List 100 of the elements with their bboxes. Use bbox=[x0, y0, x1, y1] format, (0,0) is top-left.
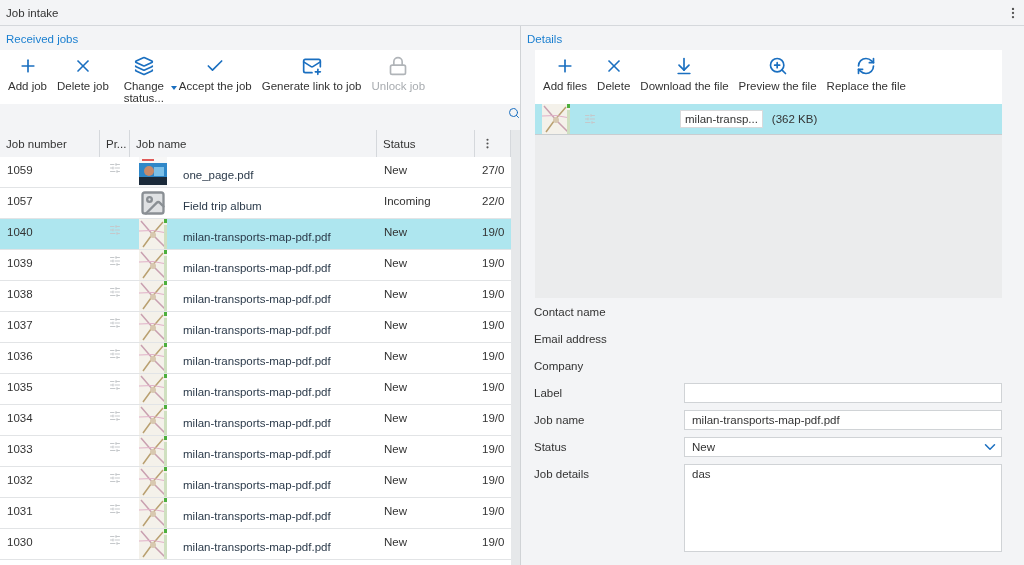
table-cell-text: milan-transports-map-pdf.pdf bbox=[183, 509, 331, 522]
toolbar-button[interactable]: Delete bbox=[593, 56, 635, 92]
table-cell: 1059 bbox=[7, 164, 33, 176]
field-label: Company bbox=[534, 359, 585, 374]
table-cell-text: milan-transports-map-pdf.pdf bbox=[183, 478, 331, 491]
table-row[interactable]: 1038 milan-transports-map-pdf.pdf New 19/0 bbox=[0, 281, 511, 312]
table-cell: New bbox=[384, 443, 407, 455]
table-cell-text: one_page.pdf bbox=[183, 168, 254, 181]
table-cell: New bbox=[384, 164, 407, 176]
table-cell: 1032 bbox=[7, 474, 33, 486]
table-cell: 1038 bbox=[7, 288, 33, 300]
table-row[interactable]: 1034 milan-transports-map-pdf.pdf New 19/0 bbox=[0, 405, 511, 436]
table-cell: 19/0 bbox=[482, 381, 505, 393]
table-cell: 19/0 bbox=[482, 505, 505, 517]
column-header[interactable]: Job number bbox=[6, 137, 67, 150]
section-title: Details bbox=[527, 32, 564, 47]
table-cell-text: milan-transports-map-pdf.pdf bbox=[183, 292, 331, 305]
table-cell: 19/0 bbox=[482, 474, 505, 486]
toolbar-button[interactable]: Download the file bbox=[636, 56, 733, 92]
toolbar-button[interactable]: Change status... bbox=[114, 56, 173, 104]
table-cell: Incoming bbox=[384, 195, 431, 207]
sliders-icon bbox=[584, 113, 596, 125]
toolbar-button[interactable]: Generate link to job bbox=[257, 56, 366, 92]
table-cell: 1039 bbox=[7, 257, 33, 269]
column-header[interactable]: Pr... bbox=[106, 137, 127, 150]
table-cell: 27/0 bbox=[482, 164, 505, 176]
table-cell: 19/0 bbox=[482, 412, 505, 424]
column-header[interactable]: Status bbox=[383, 137, 416, 150]
field-label: Contact name bbox=[534, 305, 607, 320]
table-cell: 22/0 bbox=[482, 195, 505, 207]
table-cell: New bbox=[384, 474, 407, 486]
table-cell: 19/0 bbox=[482, 226, 505, 238]
table-cell-text: milan-transports-map-pdf.pdf bbox=[183, 261, 331, 274]
table-cell: New bbox=[384, 381, 407, 393]
table-cell: New bbox=[384, 226, 407, 238]
text-area[interactable]: das bbox=[684, 464, 1002, 552]
toolbar-button[interactable]: Replace the file bbox=[822, 56, 910, 92]
table-cell-text: milan-transports-map-pdf.pdf bbox=[183, 447, 331, 460]
lock-icon bbox=[388, 56, 409, 76]
field-label: Email address bbox=[534, 332, 608, 347]
field-label: Job name bbox=[534, 413, 586, 428]
zoom-icon bbox=[767, 56, 788, 76]
section-title: Received jobs bbox=[5, 32, 80, 47]
refresh-icon bbox=[856, 56, 877, 76]
table-cell: New bbox=[384, 412, 407, 424]
toolbar-button[interactable]: Add files bbox=[539, 56, 592, 92]
file-size: (362 KB) bbox=[771, 113, 818, 125]
table-cell: 19/0 bbox=[482, 350, 505, 362]
input-field[interactable] bbox=[684, 383, 1002, 403]
table-cell: New bbox=[384, 505, 407, 517]
table-row[interactable]: 1059 one_page.pdf New 27/0 bbox=[0, 157, 511, 188]
table-row[interactable]: 1037 milan-transports-map-pdf.pdf New 19/0 bbox=[0, 312, 511, 343]
window-title: Job intake bbox=[6, 6, 59, 19]
status-select[interactable]: New bbox=[684, 437, 1002, 457]
toolbar-button[interactable]: Preview the file bbox=[734, 56, 821, 92]
table-cell: 19/0 bbox=[482, 443, 505, 455]
search-icon[interactable] bbox=[508, 107, 520, 119]
table-row[interactable]: 1040 milan-transports-map-pdf.pdf New 19/0 bbox=[0, 219, 511, 250]
table-row[interactable]: 1035 milan-transports-map-pdf.pdf New 19/0 bbox=[0, 374, 511, 405]
table-cell: 19/0 bbox=[482, 288, 505, 300]
input-field[interactable]: milan-transports-map-pdf.pdf bbox=[684, 410, 1002, 430]
table-cell: 19/0 bbox=[482, 257, 505, 269]
table-cell: New bbox=[384, 257, 407, 269]
table-cell: 1057 bbox=[7, 195, 33, 207]
table-row[interactable]: 1030 milan-transports-map-pdf.pdf New 19/0 bbox=[0, 529, 511, 560]
field-label: Status bbox=[534, 440, 568, 455]
table-cell: New bbox=[384, 350, 407, 362]
table-row[interactable]: 1057 Field trip album Incoming 22/0 bbox=[0, 188, 511, 219]
table-cell: New bbox=[384, 536, 407, 548]
layers-icon bbox=[133, 56, 154, 76]
table-cell: 1030 bbox=[7, 536, 33, 548]
table-row[interactable]: 1033 milan-transports-map-pdf.pdf New 19/0 bbox=[0, 436, 511, 467]
table-cell-text: milan-transports-map-pdf.pdf bbox=[183, 416, 331, 429]
table-cell: 19/0 bbox=[482, 536, 505, 548]
table-cell: 1034 bbox=[7, 412, 33, 424]
table-cell-text: Field trip album bbox=[183, 199, 262, 212]
table-cell-text: milan-transports-map-pdf.pdf bbox=[183, 354, 331, 367]
toolbar-button[interactable]: Accept the job bbox=[174, 56, 256, 92]
table-row[interactable]: 1031 milan-transports-map-pdf.pdf New 19/0 bbox=[0, 498, 511, 529]
table-row[interactable]: 1032 milan-transports-map-pdf.pdf New 19/0 bbox=[0, 467, 511, 498]
toolbar-button[interactable]: Add job bbox=[4, 56, 51, 92]
table-cell: 1033 bbox=[7, 443, 33, 455]
table-cell: New bbox=[384, 319, 407, 331]
image-icon bbox=[139, 189, 167, 217]
table-row[interactable]: 1039 milan-transports-map-pdf.pdf New 19/0 bbox=[0, 250, 511, 281]
toolbar-button[interactable]: Delete job bbox=[53, 56, 113, 92]
scrollbar[interactable] bbox=[511, 130, 520, 565]
table-cell: 1031 bbox=[7, 505, 33, 517]
table-cell: 1040 bbox=[7, 226, 33, 238]
file-row[interactable]: milan-transp... (362 KB) bbox=[535, 104, 1002, 135]
table-cell-text: milan-transports-map-pdf.pdf bbox=[183, 323, 331, 336]
column-header[interactable]: Job name bbox=[136, 137, 187, 150]
file-name: milan-transp... bbox=[680, 110, 763, 128]
table-cell: 1037 bbox=[7, 319, 33, 331]
field-label: Label bbox=[534, 386, 564, 401]
table-cell: 19/0 bbox=[482, 319, 505, 331]
table-cell-text: milan-transports-map-pdf.pdf bbox=[183, 540, 331, 553]
table-cell: 1036 bbox=[7, 350, 33, 362]
envelope-icon bbox=[301, 56, 322, 76]
table-row[interactable]: 1036 milan-transports-map-pdf.pdf New 19/0 bbox=[0, 343, 511, 374]
